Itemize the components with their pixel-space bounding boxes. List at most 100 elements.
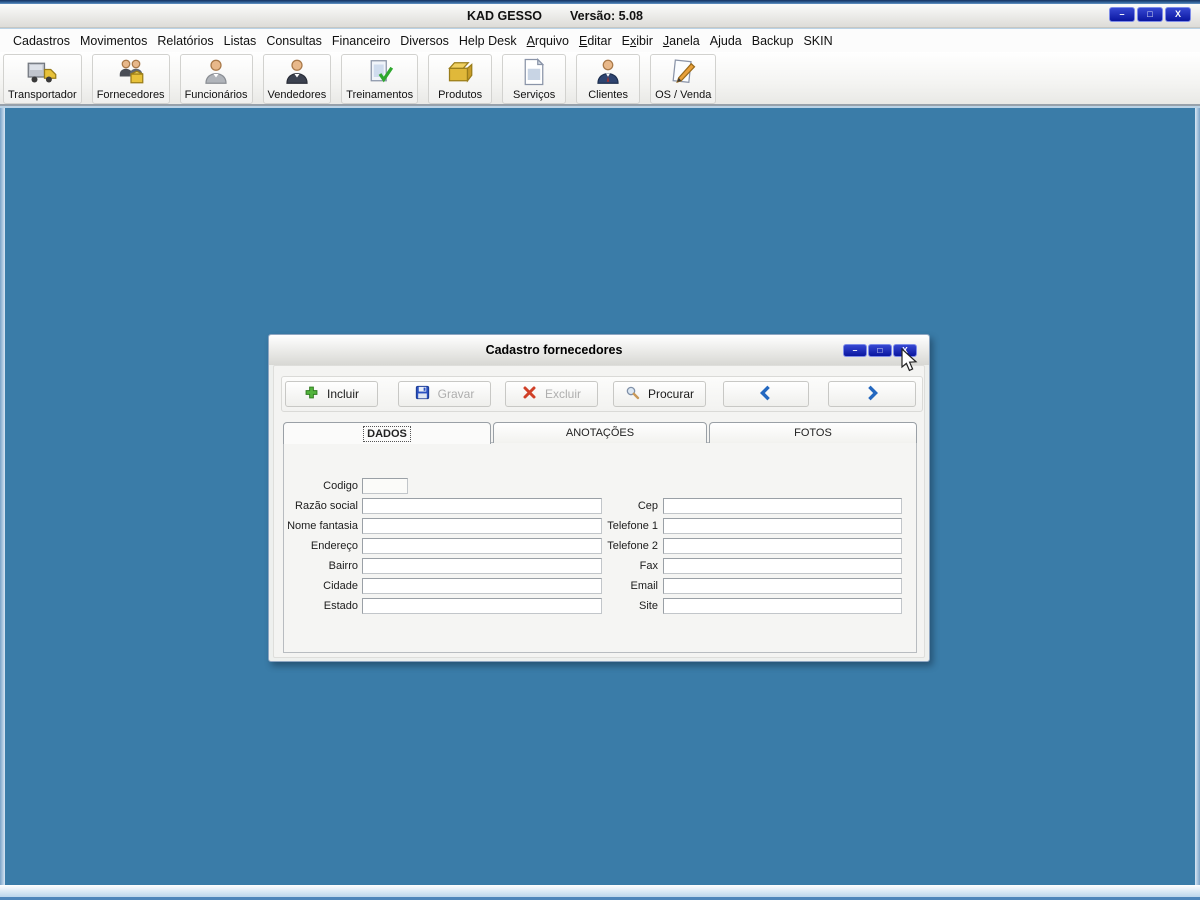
minimize-button[interactable]: –: [1109, 7, 1135, 22]
menu-item-janela[interactable]: Janela: [658, 31, 705, 51]
menu-item-exibir[interactable]: Exibir: [617, 31, 658, 51]
menu-item-backup[interactable]: Backup: [747, 31, 799, 51]
menu-item-listas[interactable]: Listas: [219, 31, 262, 51]
window-frame-right: [1195, 108, 1200, 885]
gravar-button[interactable]: Gravar: [398, 381, 491, 407]
version-label: Versão: 5.08: [570, 8, 643, 23]
menu-item-arquivo[interactable]: Arquivo: [522, 31, 574, 51]
dialog-minimize-button[interactable]: –: [843, 344, 867, 357]
toolbar-button-treinamentos[interactable]: Treinamentos: [341, 54, 419, 104]
toolbar: Transportador Fornecedores Funcionários …: [0, 52, 1200, 106]
toolbar-button-label: Vendedores: [267, 89, 327, 101]
menu-item-helpdesk[interactable]: Help Desk: [454, 31, 522, 51]
close-button[interactable]: X: [1165, 7, 1191, 22]
menu-item-relatorios[interactable]: Relatórios: [152, 31, 218, 51]
telefone2-label: Telefone 2: [607, 540, 658, 552]
menu-item-skin[interactable]: SKIN: [798, 31, 837, 51]
toolbar-button-label: Treinamentos: [346, 89, 414, 101]
toolbar-button-label: OS / Venda: [655, 89, 712, 101]
nome-fantasia-label: Nome fantasia: [287, 520, 358, 532]
employee-icon: [201, 56, 231, 88]
document-icon: [519, 56, 549, 88]
toolbar-button-vendedores[interactable]: Vendedores: [262, 54, 332, 104]
window-frame-bottom: [0, 885, 1200, 900]
previous-record-button[interactable]: [723, 381, 809, 407]
site-field[interactable]: [663, 598, 902, 614]
toolbar-button-produtos[interactable]: Produtos: [428, 54, 493, 104]
menu-item-diversos[interactable]: Diversos: [395, 31, 454, 51]
next-record-button[interactable]: [828, 381, 916, 407]
mouse-cursor: [901, 347, 919, 379]
toolbar-button-funcionarios[interactable]: Funcionários: [179, 54, 253, 104]
toolbar-button-label: Fornecedores: [96, 89, 165, 101]
codigo-field[interactable]: [362, 478, 408, 494]
save-icon: [415, 385, 430, 403]
chevron-left-icon: [758, 385, 774, 404]
search-icon: [625, 385, 640, 403]
toolbar-button-fornecedores[interactable]: Fornecedores: [91, 54, 170, 104]
order-pencil-icon: [668, 56, 698, 88]
client-person-icon: [593, 56, 623, 88]
app-title: KAD GESSO: [467, 8, 543, 23]
cep-label: Cep: [637, 500, 658, 512]
maximize-button[interactable]: □: [1137, 7, 1163, 22]
cidade-field[interactable]: [362, 578, 602, 594]
excluir-button[interactable]: Excluir: [505, 381, 598, 407]
suppliers-icon: [116, 56, 146, 88]
tab-label: ANOTAÇÕES: [565, 427, 635, 439]
razao-social-field[interactable]: [362, 498, 602, 514]
site-label: Site: [639, 600, 658, 612]
main-window: KAD GESSO Versão: 5.08 – □ X Cadastros Mo…: [0, 0, 1200, 900]
plus-icon: [304, 385, 319, 403]
training-check-icon: [365, 56, 395, 88]
endereco-field[interactable]: [362, 538, 602, 554]
incluir-button[interactable]: Incluir: [285, 381, 378, 407]
chevron-right-icon: [864, 385, 880, 404]
procurar-label: Procurar: [647, 387, 694, 401]
menu-item-movimentos[interactable]: Movimentos: [75, 31, 152, 51]
tab-anotacoes[interactable]: ANOTAÇÕES: [493, 422, 707, 443]
estado-field[interactable]: [362, 598, 602, 614]
toolbar-button-os-venda[interactable]: OS / Venda: [650, 54, 717, 104]
bairro-label: Bairro: [328, 560, 358, 572]
menu-item-cadastros[interactable]: Cadastros: [8, 31, 75, 51]
toolbar-button-label: Transportador: [8, 89, 77, 101]
seller-icon: [282, 56, 312, 88]
toolbar-button-transportador[interactable]: Transportador: [3, 54, 82, 104]
incluir-label: Incluir: [326, 387, 359, 401]
fax-label: Fax: [639, 560, 658, 572]
dialog-titlebar[interactable]: Cadastro fornecedores – □ X: [269, 335, 929, 365]
codigo-label: Codigo: [323, 480, 358, 492]
email-field[interactable]: [663, 578, 902, 594]
truck-icon: [27, 56, 57, 88]
estado-label: Estado: [323, 600, 358, 612]
cep-field[interactable]: [663, 498, 902, 514]
gravar-label: Gravar: [437, 387, 475, 401]
tab-fotos[interactable]: FOTOS: [709, 422, 917, 443]
maximize-icon: □: [877, 345, 883, 356]
telefone1-label: Telefone 1: [607, 520, 658, 532]
close-icon: X: [1174, 9, 1181, 19]
window-titlebar: KAD GESSO Versão: 5.08 – □ X: [0, 4, 1200, 28]
menu-item-consultas[interactable]: Consultas: [261, 31, 327, 51]
minimize-icon: –: [1119, 9, 1125, 19]
menu-item-editar[interactable]: Editar: [574, 31, 617, 51]
dialog-title: Cadastro fornecedores: [485, 343, 623, 357]
telefone1-field[interactable]: [663, 518, 902, 534]
toolbar-button-servicos[interactable]: Serviços: [502, 54, 567, 104]
window-controls: – □ X: [1109, 7, 1191, 22]
delete-icon: [522, 385, 537, 403]
toolbar-button-label: Produtos: [438, 89, 483, 101]
dialog-maximize-button[interactable]: □: [868, 344, 892, 357]
menu-item-financeiro[interactable]: Financeiro: [327, 31, 395, 51]
toolbar-button-label: Serviços: [513, 89, 556, 101]
bairro-field[interactable]: [362, 558, 602, 574]
razao-social-label: Razão social: [295, 500, 358, 512]
tab-dados[interactable]: DADOS: [283, 422, 491, 444]
telefone2-field[interactable]: [663, 538, 902, 554]
menu-item-ajuda[interactable]: Ajuda: [705, 31, 747, 51]
fax-field[interactable]: [663, 558, 902, 574]
nome-fantasia-field[interactable]: [362, 518, 602, 534]
toolbar-button-clientes[interactable]: Clientes: [576, 54, 641, 104]
procurar-button[interactable]: Procurar: [613, 381, 706, 407]
